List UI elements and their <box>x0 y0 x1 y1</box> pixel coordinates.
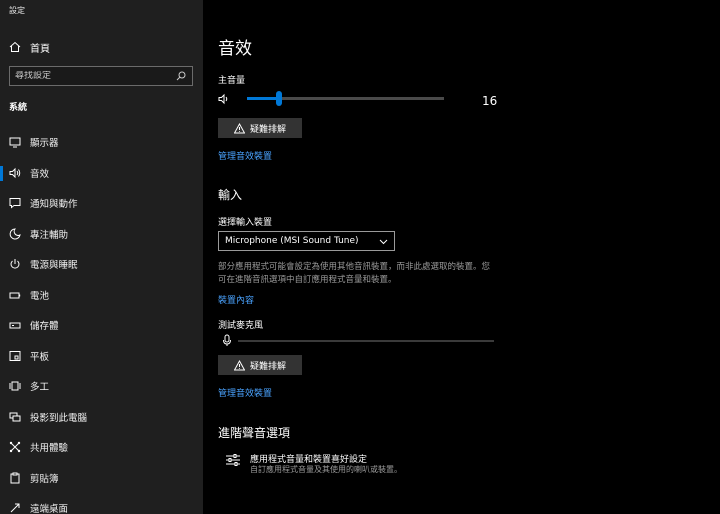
sidebar-item-power[interactable]: 電源與睡眠 <box>0 249 203 280</box>
sidebar-item-label: 通知與動作 <box>30 199 78 211</box>
sidebar-item-label: 電池 <box>30 290 50 302</box>
project-icon <box>9 412 21 422</box>
sidebar-item-label: 音效 <box>30 168 50 180</box>
tablet-icon <box>9 350 21 361</box>
input-description-line: 部分應用程式可能會設定為使用其他音訊裝置，而非此處選取的裝置。您 <box>218 262 491 272</box>
sidebar-item-tablet[interactable]: 平板 <box>0 341 203 372</box>
home-icon <box>9 41 21 52</box>
sidebar-item-label: 共用體驗 <box>30 443 69 455</box>
sidebar-item-clipboard[interactable]: 剪貼簿 <box>0 463 203 494</box>
sidebar-item-label: 遠端桌面 <box>30 504 69 514</box>
section-label: 系統 <box>9 103 28 113</box>
storage-icon <box>9 322 21 329</box>
main-content: 音效 主音量 16 疑難排解 管理音效裝置 輸入 選擇輸入裝置 Micropho… <box>203 0 720 514</box>
shared-icon <box>9 442 21 453</box>
sidebar-item-label: 平板 <box>30 351 50 363</box>
speaker-icon[interactable] <box>218 93 230 105</box>
device-properties-link[interactable]: 裝置內容 <box>218 293 254 306</box>
search-input[interactable] <box>15 71 165 81</box>
volume-value: 16 <box>482 94 498 108</box>
sidebar-item-shared[interactable]: 共用體驗 <box>0 432 203 463</box>
warning-icon <box>233 122 245 133</box>
sidebar-item-label: 專注輔助 <box>30 229 69 241</box>
microphone-icon <box>223 334 231 346</box>
monitor-icon <box>9 137 21 148</box>
window-title: 設定 <box>9 6 25 15</box>
battery-icon <box>9 292 21 299</box>
input-device-value: Microphone (MSI Sound Tune) <box>225 236 359 246</box>
input-manage-sound-devices-link[interactable]: 管理音效裝置 <box>218 386 272 399</box>
home-label: 首頁 <box>30 43 50 55</box>
chevron-down-icon <box>379 239 388 244</box>
troubleshoot-label: 疑難排解 <box>249 361 286 372</box>
clipboard-icon <box>10 472 20 484</box>
sidebar-item-multitasking[interactable]: 多工 <box>0 371 203 402</box>
speaker-icon <box>9 167 21 178</box>
microphone-level-bar <box>238 340 494 342</box>
notification-icon <box>9 198 21 209</box>
moon-icon <box>9 228 21 240</box>
sidebar-item-label: 顯示器 <box>30 138 59 150</box>
sidebar-item-focus-assist[interactable]: 專注輔助 <box>0 219 203 250</box>
sidebar-item-label: 剪貼簿 <box>30 473 59 485</box>
volume-slider-fill <box>247 97 279 100</box>
remote-desktop-icon <box>10 503 20 513</box>
input-description-line: 可在進階音訊選項中自訂應用程式音量和裝置。 <box>218 275 397 285</box>
sidebar-nav: 顯示器 音效 通知與動作 專注輔助 電源與睡眠 電池 儲存體 平板 多工 投影到… <box>0 127 203 514</box>
test-microphone-label: 測試麥克風 <box>218 321 264 331</box>
advanced-heading: 進階聲音選項 <box>218 426 291 440</box>
search-icon[interactable] <box>176 71 186 81</box>
input-heading: 輸入 <box>218 188 243 202</box>
sidebar-item-label: 儲存體 <box>30 321 59 333</box>
manage-sound-devices-link[interactable]: 管理音效裝置 <box>218 149 272 162</box>
sidebar-item-remote-desktop[interactable]: 遠端桌面 <box>0 493 203 514</box>
warning-icon <box>233 359 245 370</box>
power-icon <box>10 259 20 269</box>
input-troubleshoot-button[interactable]: 疑難排解 <box>218 355 302 375</box>
sidebar-item-notifications[interactable]: 通知與動作 <box>0 188 203 219</box>
app-volume-preferences-description: 自訂應用程式音量及其使用的喇叭或裝置。 <box>250 465 402 474</box>
sidebar-item-sound[interactable]: 音效 <box>0 158 203 189</box>
sidebar-item-project[interactable]: 投影到此電腦 <box>0 402 203 433</box>
page-title: 音效 <box>218 39 252 59</box>
sidebar-item-storage[interactable]: 儲存體 <box>0 310 203 341</box>
search-box[interactable] <box>9 66 193 86</box>
equalizer-icon[interactable] <box>225 452 241 468</box>
sidebar: 設定 首頁 系統 顯示器 音效 通知與動作 專注輔助 電源與睡眠 <box>0 0 203 514</box>
sidebar-item-battery[interactable]: 電池 <box>0 280 203 311</box>
home-link[interactable]: 首頁 <box>9 39 50 55</box>
troubleshoot-label: 疑難排解 <box>249 124 286 135</box>
volume-slider-thumb[interactable] <box>276 91 282 106</box>
input-device-label: 選擇輸入裝置 <box>218 218 273 228</box>
input-device-select[interactable]: Microphone (MSI Sound Tune) <box>218 231 395 251</box>
master-volume-label: 主音量 <box>218 76 246 86</box>
sidebar-item-display[interactable]: 顯示器 <box>0 127 203 158</box>
volume-slider[interactable] <box>247 91 444 106</box>
input-description: 部分應用程式可能會設定為使用其他音訊裝置，而非此處選取的裝置。您 可在進階音訊選… <box>218 261 518 287</box>
sidebar-item-label: 多工 <box>30 382 50 394</box>
troubleshoot-button[interactable]: 疑難排解 <box>218 118 302 138</box>
sidebar-item-label: 電源與睡眠 <box>30 260 78 272</box>
sidebar-item-label: 投影到此電腦 <box>30 412 88 424</box>
multitask-icon <box>9 381 21 391</box>
